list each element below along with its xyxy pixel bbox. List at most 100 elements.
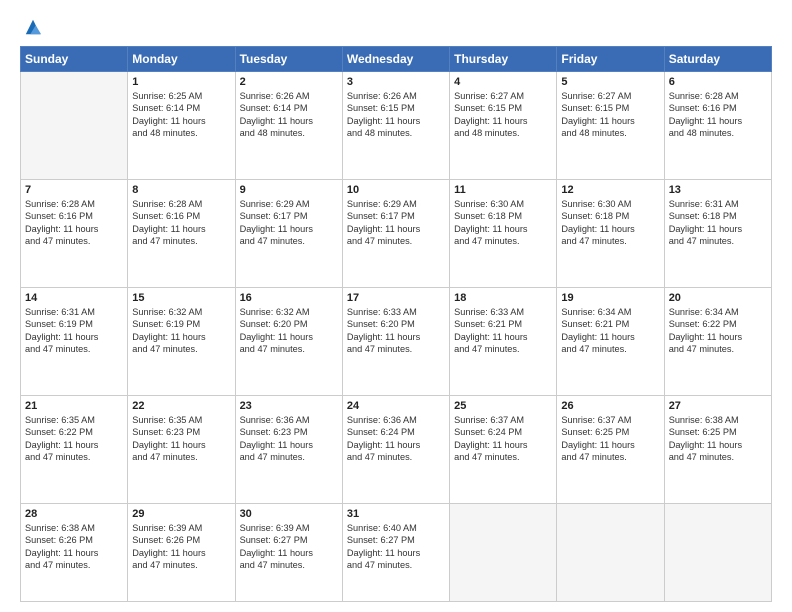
- sunrise: Sunrise: 6:40 AM: [347, 523, 417, 533]
- sunset: Sunset: 6:14 PM: [240, 103, 308, 113]
- sunrise: Sunrise: 6:36 AM: [240, 415, 310, 425]
- sunrise: Sunrise: 6:39 AM: [240, 523, 310, 533]
- calendar-day: 27Sunrise: 6:38 AMSunset: 6:25 PMDayligh…: [664, 395, 771, 503]
- daylight-line1: Daylight: 11 hours: [347, 548, 420, 558]
- daylight-line1: Daylight: 11 hours: [240, 332, 313, 342]
- sunrise: Sunrise: 6:30 AM: [561, 199, 631, 209]
- week-row: 28Sunrise: 6:38 AMSunset: 6:26 PMDayligh…: [21, 503, 772, 601]
- calendar-day: 11Sunrise: 6:30 AMSunset: 6:18 PMDayligh…: [450, 179, 557, 287]
- calendar-day: 30 Sunrise: 6:39 AM Sunset: 6:27 PM Dayligh…: [235, 503, 342, 601]
- day-info: Sunrise: 6:40 AM Sunset: 6:27 PM Daylight:…: [347, 522, 445, 572]
- sunset: Sunset: 6:16 PM: [25, 211, 93, 221]
- sunrise: Sunrise: 6:29 AM: [347, 199, 417, 209]
- daylight-line2: and 47 minutes.: [25, 344, 90, 354]
- calendar-day: 24Sunrise: 6:36 AMSunset: 6:24 PMDayligh…: [342, 395, 449, 503]
- calendar-day: [664, 503, 771, 601]
- calendar-day: 25Sunrise: 6:37 AMSunset: 6:24 PMDayligh…: [450, 395, 557, 503]
- sunset: Sunset: 6:24 PM: [454, 427, 522, 437]
- sunset: Sunset: 6:20 PM: [347, 319, 415, 329]
- calendar-day: 13 Sunrise: 6:31 AMSunset: 6:18 PMDayligh…: [664, 179, 771, 287]
- calendar-day: 8 Sunrise: 6:28 AMSunset: 6:16 PMDaylight…: [128, 179, 235, 287]
- daylight-line2: and 47 minutes.: [132, 452, 197, 462]
- day-number: 3: [347, 76, 445, 88]
- daylight-line1: Daylight: 11 hours: [454, 440, 527, 450]
- sunset: Sunset: 6:15 PM: [561, 103, 629, 113]
- page: SundayMondayTuesdayWednesdayThursdayFrid…: [0, 0, 792, 612]
- daylight-line1: Daylight: 11 hours: [669, 116, 742, 126]
- day-info: Sunrise: 6:39 AMSunset: 6:26 PMDaylight:…: [132, 522, 230, 572]
- daylight-line1: Daylight: 11 hours: [561, 440, 634, 450]
- daylight-line2: and 47 minutes.: [132, 236, 197, 246]
- sunset: Sunset: 6:27 PM: [240, 535, 308, 545]
- sunset: Sunset: 6:19 PM: [132, 319, 200, 329]
- sunrise: Sunrise: 6:30 AM: [454, 199, 524, 209]
- header: [20, 18, 772, 36]
- daylight-line1: Daylight: 11 hours: [561, 224, 634, 234]
- calendar-day: 9Sunrise: 6:29 AMSunset: 6:17 PMDaylight…: [235, 179, 342, 287]
- daylight-line1: Daylight: 11 hours: [132, 332, 205, 342]
- sunrise: Sunrise: 6:33 AM: [454, 307, 524, 317]
- calendar-day: 1Sunrise: 6:25 AMSunset: 6:14 PMDaylight…: [128, 72, 235, 180]
- sunset: Sunset: 6:16 PM: [669, 103, 737, 113]
- daylight-line1: Daylight: 11 hours: [240, 116, 313, 126]
- day-info: Sunrise: 6:34 AMSunset: 6:21 PMDaylight:…: [561, 306, 659, 356]
- daylight-line1: Daylight: 11 hours: [347, 332, 420, 342]
- daylight-line1: Daylight: 11 hours: [25, 440, 98, 450]
- logo: [20, 18, 42, 36]
- daylight-line1: Daylight: 11 hours: [454, 224, 527, 234]
- daylight-line1: Daylight: 11 hours: [240, 440, 313, 450]
- calendar-day: 22Sunrise: 6:35 AMSunset: 6:23 PMDayligh…: [128, 395, 235, 503]
- calendar-day: 21Sunrise: 6:35 AMSunset: 6:22 PMDayligh…: [21, 395, 128, 503]
- sunset: Sunset: 6:17 PM: [347, 211, 415, 221]
- day-info: Sunrise: 6:33 AMSunset: 6:20 PMDaylight:…: [347, 306, 445, 356]
- sunset: Sunset: 6:27 PM: [347, 535, 415, 545]
- sunset: Sunset: 6:26 PM: [25, 535, 93, 545]
- sunrise: Sunrise: 6:26 AM: [347, 91, 417, 101]
- sunset: Sunset: 6:22 PM: [25, 427, 93, 437]
- daylight-line1: Daylight: 11 hours: [240, 548, 313, 558]
- sunset: Sunset: 6:22 PM: [669, 319, 737, 329]
- calendar-day: [557, 503, 664, 601]
- daylight-line1: Daylight: 11 hours: [454, 116, 527, 126]
- sunset: Sunset: 6:25 PM: [669, 427, 737, 437]
- sunset: Sunset: 6:18 PM: [669, 211, 737, 221]
- calendar-day: [21, 72, 128, 180]
- day-number: 13: [669, 184, 767, 196]
- sunrise: Sunrise: 6:37 AM: [561, 415, 631, 425]
- day-number: 30: [240, 508, 338, 520]
- daylight-line2: and 48 minutes.: [132, 128, 197, 138]
- day-number: 8: [132, 184, 230, 196]
- sunrise: Sunrise: 6:31 AM: [25, 307, 95, 317]
- day-number: 22: [132, 400, 230, 412]
- day-info: Sunrise: 6:31 AMSunset: 6:18 PMDaylight:…: [669, 198, 767, 248]
- calendar-day: 15Sunrise: 6:32 AMSunset: 6:19 PMDayligh…: [128, 287, 235, 395]
- calendar-day: 12Sunrise: 6:30 AMSunset: 6:18 PMDayligh…: [557, 179, 664, 287]
- calendar-day: 28Sunrise: 6:38 AMSunset: 6:26 PMDayligh…: [21, 503, 128, 601]
- sunset: Sunset: 6:17 PM: [240, 211, 308, 221]
- daylight-line1: Daylight: 11 hours: [669, 224, 742, 234]
- daylight-line1: Daylight: 11 hours: [240, 224, 313, 234]
- daylight-line2: and 47 minutes.: [454, 236, 519, 246]
- week-row: 21Sunrise: 6:35 AMSunset: 6:22 PMDayligh…: [21, 395, 772, 503]
- day-info: Sunrise: 6:28 AM Sunset: 6:16 PM Daylight:…: [669, 90, 767, 140]
- calendar-day: 7Sunrise: 6:28 AMSunset: 6:16 PMDaylight…: [21, 179, 128, 287]
- day-info: Sunrise: 6:28 AMSunset: 6:16 PMDaylight:…: [132, 198, 230, 248]
- sunset: Sunset: 6:18 PM: [454, 211, 522, 221]
- daylight-line2: and 47 minutes.: [347, 236, 412, 246]
- sunrise: Sunrise: 6:28 AM: [669, 91, 739, 101]
- day-info: Sunrise: 6:35 AMSunset: 6:22 PMDaylight:…: [25, 414, 123, 464]
- daylight-line1: Daylight: 11 hours: [347, 224, 420, 234]
- sunrise: Sunrise: 6:34 AM: [561, 307, 631, 317]
- sunrise: Sunrise: 6:35 AM: [132, 415, 202, 425]
- calendar-table: SundayMondayTuesdayWednesdayThursdayFrid…: [20, 46, 772, 602]
- calendar-day: 29Sunrise: 6:39 AMSunset: 6:26 PMDayligh…: [128, 503, 235, 601]
- day-info: Sunrise: 6:29 AMSunset: 6:17 PMDaylight:…: [240, 198, 338, 248]
- calendar-day: 16Sunrise: 6:32 AMSunset: 6:20 PMDayligh…: [235, 287, 342, 395]
- daylight-line1: Daylight: 11 hours: [561, 116, 634, 126]
- sunset: Sunset: 6:20 PM: [240, 319, 308, 329]
- daylight-line2: and 48 minutes.: [240, 128, 305, 138]
- calendar-day: 4Sunrise: 6:27 AMSunset: 6:15 PMDaylight…: [450, 72, 557, 180]
- daylight-line2: and 47 minutes.: [561, 344, 626, 354]
- calendar-day: 31Sunrise: 6:40 AMSunset: 6:27 PMDayligh…: [342, 503, 449, 601]
- daylight-line2: and 47 minutes.: [561, 236, 626, 246]
